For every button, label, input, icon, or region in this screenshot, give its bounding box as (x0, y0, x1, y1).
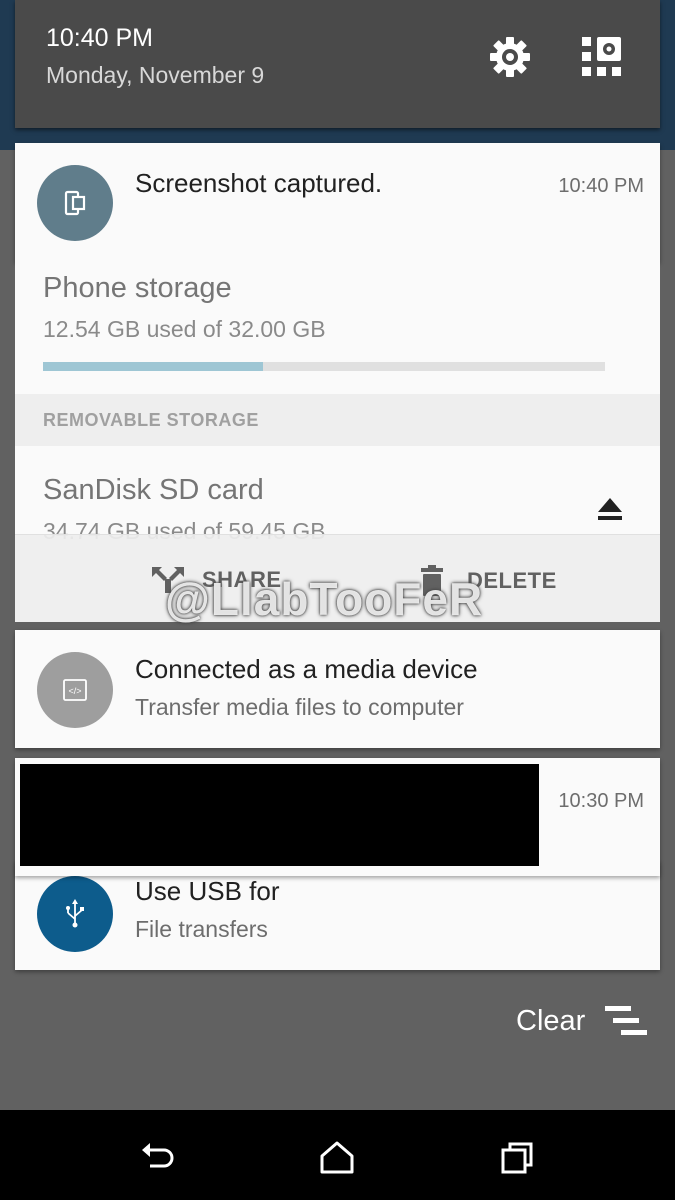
screenshot-phone-icon (37, 165, 113, 241)
screenshot-time: 10:40 PM (558, 175, 644, 197)
back-icon[interactable] (138, 1138, 178, 1178)
recents-icon[interactable] (497, 1138, 537, 1178)
storage-notification[interactable]: Phone storage 12.54 GB used of 32.00 GB … (15, 262, 660, 622)
settings-gear-icon[interactable] (486, 33, 534, 81)
screenshot-title: Screenshot captured. (135, 168, 383, 198)
media-device-notification[interactable]: </> Connected as a media device Transfer… (15, 630, 660, 748)
redacted-notification[interactable]: 10:30 PM (15, 758, 660, 876)
status-date: Monday, November 9 (46, 62, 265, 88)
screenshot-notification[interactable]: Screenshot captured. 10:40 PM (15, 143, 660, 262)
phone-storage-bar (43, 362, 605, 371)
redacted-notification-time: 10:30 PM (558, 790, 644, 812)
usb-notification[interactable]: Use USB for File transfers (15, 860, 660, 970)
redaction-block (20, 764, 539, 866)
usb-icon (37, 876, 113, 952)
sd-card-name: SanDisk SD card (43, 474, 264, 506)
svg-text:</>: </> (68, 686, 81, 696)
removable-storage-label: REMOVABLE STORAGE (43, 410, 259, 430)
clear-label: Clear (516, 1004, 586, 1037)
code-icon: </> (37, 652, 113, 728)
phone-storage-bar-fill (43, 362, 264, 371)
watermark-text: @LlabTooFeR (165, 573, 484, 625)
clear-all-button[interactable]: Clear (516, 1004, 649, 1038)
media-device-subtitle: Transfer media files to computer (135, 694, 464, 720)
home-icon[interactable] (317, 1138, 357, 1178)
removable-storage-header: REMOVABLE STORAGE (15, 394, 660, 446)
status-time: 10:40 PM (46, 24, 154, 52)
clear-all-icon (605, 1006, 648, 1035)
navigation-bar (0, 1110, 675, 1200)
status-header: 10:40 PM Monday, November 9 (15, 0, 660, 128)
eject-icon[interactable] (595, 494, 625, 524)
usb-title: Use USB for (135, 876, 280, 906)
usb-subtitle: File transfers (135, 916, 268, 942)
phone-storage-usage: 12.54 GB used of 32.00 GB (43, 316, 326, 342)
quick-settings-grid-icon[interactable] (578, 33, 626, 81)
phone-storage-name: Phone storage (43, 272, 232, 304)
media-device-title: Connected as a media device (135, 654, 478, 684)
